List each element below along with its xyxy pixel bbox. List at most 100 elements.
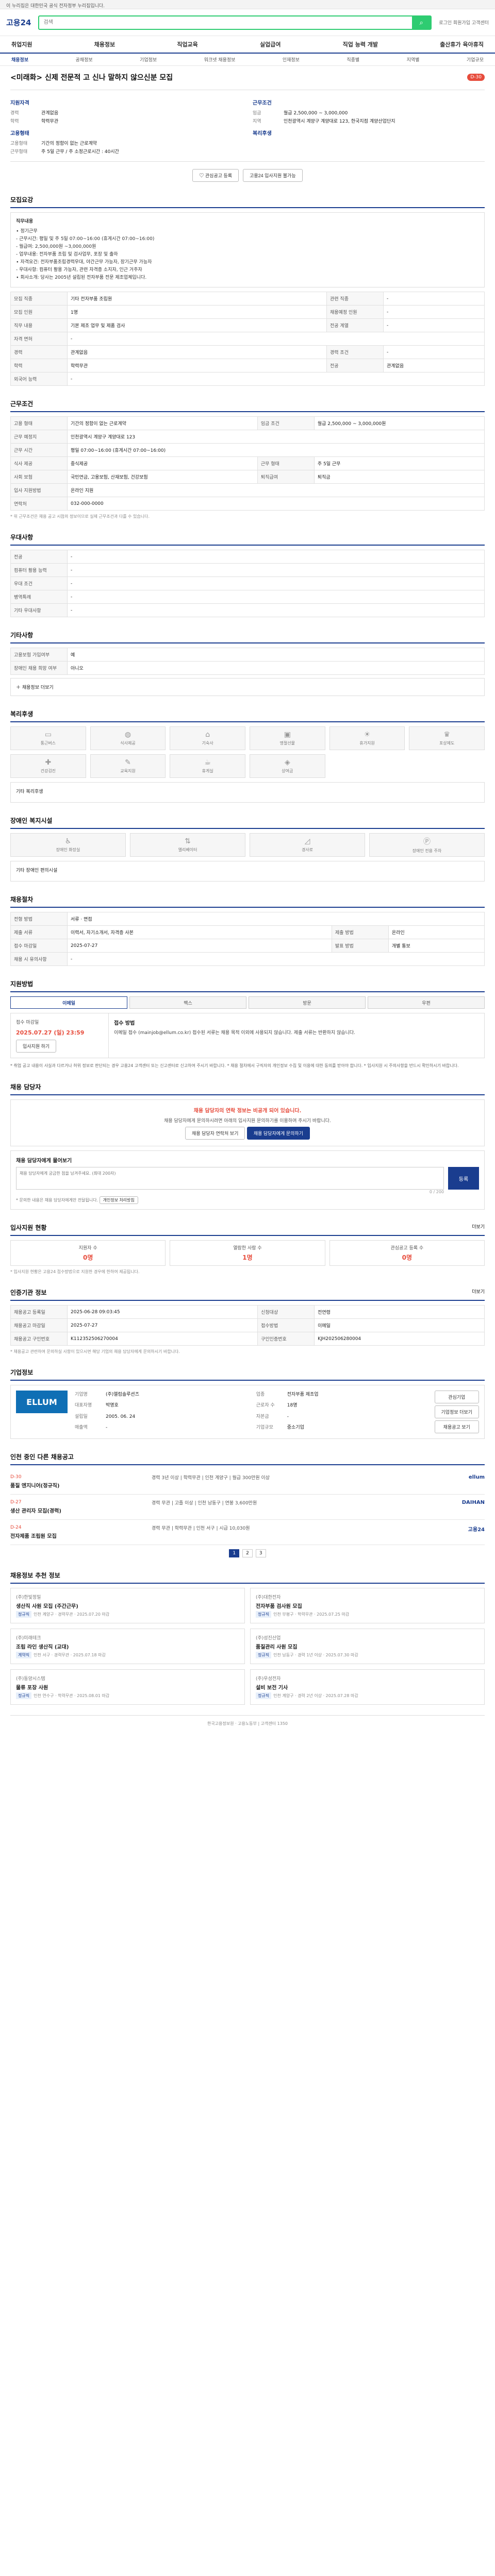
- apply-tab[interactable]: 이메일: [10, 996, 127, 1009]
- table-value: 주 5일 근무: [314, 456, 485, 470]
- job-title[interactable]: 품질 엔지니어(정규직): [10, 1481, 144, 1489]
- job-row[interactable]: D-30 품질 엔지니어(정규직) 경력 3년 이상 | 학력무관 | 인천 계양구…: [10, 1469, 485, 1495]
- subnav-item[interactable]: 인재정보: [283, 56, 300, 63]
- recommend-card[interactable]: (주)한빛정밀 생산직 사원 모집 (주간근무) 정규직 인천 계양구 · 경력무관 …: [10, 1588, 245, 1623]
- subnav-item[interactable]: 직종별: [346, 56, 359, 63]
- rec-badge: 정규직: [256, 1652, 272, 1658]
- apply-disabled-button[interactable]: 고용24 입사지원 불가능: [243, 169, 303, 182]
- others-more[interactable]: ＋ 채용정보 더보기: [10, 678, 485, 696]
- apply-tab[interactable]: 방문: [249, 996, 366, 1009]
- subnav-item[interactable]: 공채정보: [76, 56, 93, 63]
- recommend-card[interactable]: (주)성진산업 품질관리 사원 모집 정규직 인천 남동구 · 경력 1년 이상 · …: [250, 1629, 485, 1664]
- stats-more-link[interactable]: 더보기: [472, 1223, 485, 1232]
- page-number[interactable]: 3: [255, 1549, 266, 1557]
- rec-title[interactable]: 조립 라인 생산직 (교대): [16, 1642, 239, 1650]
- subnav-item[interactable]: 기업규모: [467, 56, 484, 63]
- subnav-item[interactable]: 워크넷 채용정보: [204, 56, 236, 63]
- table-value: 032-000-0000: [67, 497, 485, 511]
- vacation-icon: ☀: [364, 731, 371, 739]
- table-value: 기간의 정함이 없는 근로계약: [67, 416, 258, 430]
- house-icon: ⌂: [205, 731, 210, 739]
- table-row: 근무 예정지 인천광역시 계양구 계양대로 123: [10, 430, 485, 444]
- desc-line: ∙ 회사소개: 당사는 2005년 설립된 전자부품 전문 제조업체입니다.: [16, 275, 147, 280]
- summary-value: 인천광역시 계양구 계양대로 123, 한국지점 계양산업단지: [284, 119, 395, 124]
- table-key: 모집 직종: [10, 292, 68, 306]
- desc-label: 직무내용: [16, 219, 34, 224]
- facility-label: 엘리베이터: [178, 848, 197, 852]
- gnb-item[interactable]: 출산휴가 육아휴직: [440, 40, 484, 48]
- rec-company: (주)미래테크: [16, 1636, 41, 1641]
- table-value: 평일 07:00~16:00 (휴게시간 07:00~16:00): [67, 443, 485, 457]
- gnb-item[interactable]: 직업 능력 개발: [343, 40, 378, 48]
- table-key: 경력: [10, 345, 68, 359]
- apply-tab[interactable]: 팩스: [129, 996, 246, 1009]
- company-jobs-button[interactable]: 채용공고 보기: [434, 1420, 479, 1433]
- table-value: -: [383, 318, 485, 332]
- elevator-icon: ⇅: [185, 837, 191, 845]
- top-util-links[interactable]: 로그인 회원가입 고객센터: [439, 19, 489, 26]
- summary-key: 임금: [253, 111, 261, 116]
- rec-meta: 정규직 인천 계양구 · 경력 2년 이상 · 2025.07.28 마감: [256, 1692, 479, 1699]
- gnb-item[interactable]: 채용정보: [94, 40, 115, 48]
- table-key: 입사 지원방법: [10, 483, 68, 497]
- recommend-card[interactable]: (주)우성전자 설비 보전 기사 정규직 인천 계양구 · 경력 2년 이상 · 20…: [250, 1669, 485, 1705]
- recommend-card[interactable]: (주)대한전자 전자부품 검사원 모집 정규직 인천 부평구 · 학력무관 · 202…: [250, 1588, 485, 1623]
- qa-textarea[interactable]: [16, 1167, 444, 1190]
- gnb-item[interactable]: 직업교육: [177, 40, 197, 48]
- table-key: 채용예정 인원: [326, 305, 384, 319]
- recommend-card[interactable]: (주)미래테크 조립 라인 생산직 (교대) 계약직 인천 서구 · 경력무관 · 2…: [10, 1629, 245, 1664]
- table-value: -: [67, 603, 485, 617]
- job-row[interactable]: D-27 생산 관리자 모집(경력) 경력 무관 | 고졸 이상 | 인천 남동구 …: [10, 1495, 485, 1520]
- page-number[interactable]: 1: [229, 1549, 240, 1557]
- subnav-item[interactable]: 기업정보: [140, 56, 157, 63]
- table-value: -: [383, 345, 485, 359]
- subnav-item[interactable]: 채용정보: [11, 56, 28, 63]
- page-number[interactable]: 2: [242, 1549, 253, 1557]
- site-logo[interactable]: 고용24: [6, 17, 31, 28]
- company-value: 2005. 06. 24: [106, 1414, 136, 1419]
- table-value: 전연령: [314, 1305, 485, 1319]
- section-stats: 입사지원 현황 더보기: [10, 1223, 485, 1236]
- table-key: 근무 시간: [10, 443, 68, 457]
- stat-value: 0명: [82, 1254, 93, 1261]
- search-icon[interactable]: ⌕: [412, 16, 431, 29]
- company-value: -: [106, 1425, 108, 1430]
- rec-title[interactable]: 생산직 사원 모집 (주간근무): [16, 1602, 239, 1609]
- subnav-item[interactable]: 지역별: [407, 56, 420, 63]
- fav-company-button[interactable]: 관심기업: [434, 1391, 479, 1403]
- info-more-link[interactable]: 더보기: [472, 1288, 485, 1297]
- qa-submit-button[interactable]: 등록: [448, 1167, 479, 1190]
- job-title[interactable]: 생산 관리자 모집(경력): [10, 1506, 144, 1514]
- table-key: 전공: [10, 550, 68, 564]
- table-key: 학력: [10, 359, 68, 372]
- facility-label: 교육지원: [120, 769, 136, 773]
- privacy-button[interactable]: 개인정보 처리방침: [99, 1196, 138, 1204]
- rec-meta: 정규직 인천 연수구 · 학력무관 · 2025.08.01 마감: [16, 1692, 239, 1699]
- apply-button[interactable]: 입사지원 하기: [16, 1040, 57, 1053]
- rec-title[interactable]: 품질관리 사원 모집: [256, 1642, 479, 1650]
- contact-ask-button[interactable]: 채용 담당자에게 문의하기: [246, 1127, 310, 1140]
- table-key: 고용보험 가입여부: [10, 648, 68, 662]
- scrap-button[interactable]: ♡ 관심공고 등록: [192, 169, 239, 182]
- apply-tab[interactable]: 우편: [368, 996, 485, 1009]
- rec-title[interactable]: 전자부품 검사원 모집: [256, 1602, 479, 1609]
- facility-label: 상여금: [282, 769, 293, 773]
- gnb-item[interactable]: 실업급여: [260, 40, 280, 48]
- table-key: 관련 직종: [326, 292, 384, 306]
- preference-table: 전공 - 컴퓨터 활용 능력 - 우대 조건 - 병역특례 - 기타 우대사항 -: [10, 550, 485, 617]
- rec-title[interactable]: 물류 포장 사원: [16, 1683, 239, 1691]
- gnb-item[interactable]: 취업지원: [11, 40, 32, 48]
- job-title[interactable]: 전자제품 조립원 모집: [10, 1532, 144, 1539]
- company-value: 박명호: [106, 1403, 119, 1409]
- recommend-card[interactable]: (주)동양시스템 물류 포장 사원 정규직 인천 연수구 · 학력무관 · 2025.…: [10, 1669, 245, 1705]
- table-key: 임금 조건: [257, 416, 315, 430]
- summary-row: 근무형태 주 5일 근무 / 주 소정근로시간 : 40시간: [10, 148, 242, 156]
- job-row[interactable]: D-24 전자제품 조립원 모집 경력 무관 | 학력무관 | 인천 서구 | 시급…: [10, 1520, 485, 1545]
- search-input[interactable]: [39, 16, 412, 29]
- summary-key: 학력: [10, 119, 19, 124]
- rec-title[interactable]: 설비 보전 기사: [256, 1683, 479, 1691]
- facility-label: 휴가지원: [359, 741, 375, 745]
- section-preference: 우대사항: [10, 533, 485, 546]
- company-more-button[interactable]: 기업정보 더보기: [434, 1405, 479, 1418]
- contact-view-button[interactable]: 채용 담당자 연락처 보기: [185, 1127, 245, 1140]
